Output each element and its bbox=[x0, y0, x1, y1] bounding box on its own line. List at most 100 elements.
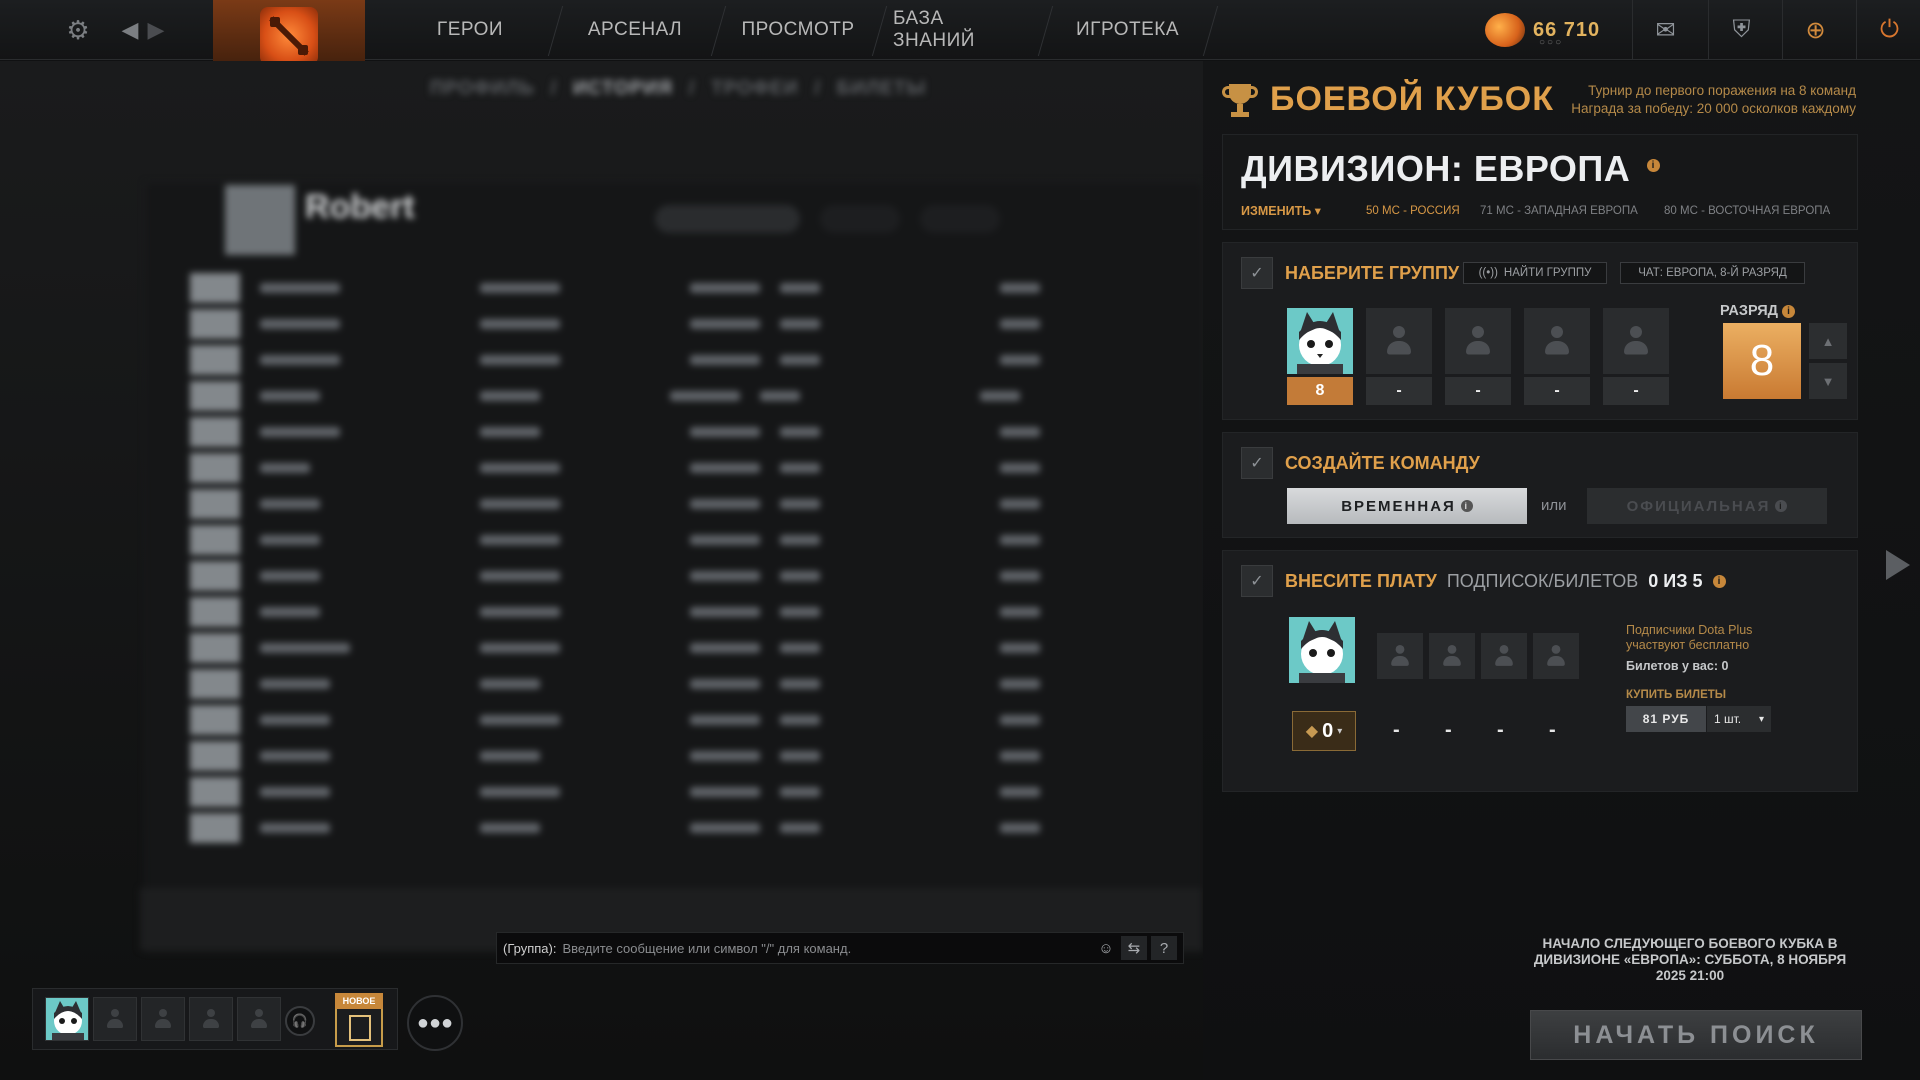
step-check-icon: ✓ bbox=[1241, 565, 1273, 597]
party-slot-empty[interactable] bbox=[1524, 308, 1590, 374]
party-member-avatar[interactable] bbox=[1287, 308, 1353, 374]
chat-input[interactable]: Введите сообщение или символ "/" для ком… bbox=[562, 941, 851, 956]
buy-tickets-button[interactable]: 81 РУБ bbox=[1626, 706, 1706, 732]
party-slot-empty[interactable] bbox=[1445, 308, 1511, 374]
find-group-label: НАЙТИ ГРУППУ bbox=[1503, 267, 1592, 279]
match-row[interactable] bbox=[190, 450, 1090, 486]
person-icon bbox=[250, 1009, 268, 1029]
person-icon bbox=[202, 1009, 220, 1029]
nav-divider bbox=[710, 6, 727, 56]
division-title: ДИВИЗИОН: ЕВРОПА i bbox=[1241, 148, 1660, 190]
battle-pass-icon bbox=[349, 1015, 371, 1041]
match-row[interactable] bbox=[190, 414, 1090, 450]
dota-logo-icon bbox=[260, 7, 318, 65]
party-slot-empty[interactable] bbox=[237, 997, 281, 1041]
history-tab[interactable] bbox=[655, 205, 800, 233]
nav-heroes[interactable]: ГЕРОИ bbox=[405, 0, 535, 60]
party-slot-empty[interactable] bbox=[189, 997, 233, 1041]
match-row[interactable] bbox=[190, 630, 1090, 666]
division-card: ДИВИЗИОН: ЕВРОПА i ИЗМЕНИТЬ ▾ 50 МС - РО… bbox=[1222, 134, 1858, 230]
breadcrumb-tickets[interactable]: БИЛЕТЫ bbox=[837, 78, 927, 100]
plus-button[interactable]: ⊕ bbox=[1782, 0, 1848, 60]
party-slot-empty[interactable] bbox=[1603, 308, 1669, 374]
currency-dots: ○○○ bbox=[1539, 37, 1564, 48]
match-row[interactable] bbox=[190, 810, 1090, 846]
match-row[interactable] bbox=[190, 306, 1090, 342]
mail-button[interactable]: ✉ bbox=[1632, 0, 1698, 60]
party-slot-self[interactable] bbox=[45, 997, 89, 1041]
mail-icon: ✉ bbox=[1655, 16, 1676, 44]
match-row[interactable] bbox=[190, 594, 1090, 630]
chat-input-box[interactable]: (Группа): Введите сообщение или символ "… bbox=[496, 932, 1184, 964]
payment-info-icon[interactable]: i bbox=[1712, 575, 1726, 588]
settings-gear-icon[interactable]: ⚙ bbox=[60, 12, 96, 48]
history-tab[interactable] bbox=[920, 205, 1000, 233]
nav-divider bbox=[871, 6, 888, 56]
history-tab[interactable] bbox=[820, 205, 900, 233]
power-icon: ⏻ bbox=[1880, 16, 1899, 43]
match-row[interactable] bbox=[190, 666, 1090, 702]
nav-watch[interactable]: ПРОСМОТР bbox=[733, 0, 863, 60]
breadcrumb-profile[interactable]: ПРОФИЛЬ bbox=[430, 78, 535, 100]
match-row[interactable] bbox=[190, 270, 1090, 306]
match-row[interactable] bbox=[190, 774, 1090, 810]
match-row[interactable] bbox=[190, 486, 1090, 522]
step-check-icon: ✓ bbox=[1241, 257, 1273, 289]
breadcrumb-history[interactable]: ИСТОРИЯ bbox=[573, 78, 673, 100]
step-team-card: ✓ СОЗДАЙТЕ КОМАНДУ ВРЕМЕННАЯ i или ОФИЦИ… bbox=[1222, 432, 1858, 538]
find-group-button[interactable]: ((•)) НАЙТИ ГРУППУ bbox=[1463, 262, 1607, 284]
match-row[interactable] bbox=[190, 738, 1090, 774]
temporary-team-button[interactable]: ВРЕМЕННАЯ i bbox=[1287, 488, 1527, 524]
match-row[interactable] bbox=[190, 702, 1090, 738]
shards-balance[interactable]: 66 710 ○○○ bbox=[1485, 10, 1625, 50]
match-row[interactable] bbox=[190, 522, 1090, 558]
region-chat-button[interactable]: ЧАТ: ЕВРОПА, 8-Й РАЗРЯД bbox=[1620, 262, 1805, 284]
nav-arcade[interactable]: ИГРОТЕКА bbox=[1060, 0, 1195, 60]
chat-channel-label: (Группа): bbox=[503, 940, 557, 956]
match-row[interactable] bbox=[190, 378, 1090, 414]
payer-avatar[interactable] bbox=[1289, 617, 1355, 683]
official-team-button[interactable]: ОФИЦИАЛЬНАЯ i bbox=[1587, 488, 1827, 524]
step-payment-count: 0 ИЗ 5 bbox=[1648, 571, 1703, 591]
breadcrumb-trophies[interactable]: ТРОФЕИ bbox=[711, 78, 798, 100]
help-icon: ? bbox=[1159, 939, 1169, 957]
nav-divider bbox=[547, 6, 564, 56]
ping-east-europe: 80 МС - ВОСТОЧНАЯ ЕВРОПА bbox=[1664, 205, 1831, 217]
ping-west-europe: 71 МС - ЗАПАДНАЯ ЕВРОПА bbox=[1480, 205, 1638, 217]
friends-button[interactable]: ●●● bbox=[407, 995, 463, 1051]
start-search-button[interactable]: НАЧАТЬ ПОИСК bbox=[1530, 1010, 1862, 1060]
change-division-button[interactable]: ИЗМЕНИТЬ ▾ bbox=[1241, 203, 1321, 218]
forward-arrow-icon[interactable]: ▶ bbox=[138, 12, 174, 48]
armory-button[interactable]: ⛨ bbox=[1708, 0, 1774, 60]
chat-help-button[interactable]: ? bbox=[1151, 936, 1177, 960]
player-avatar-icon bbox=[46, 998, 88, 1040]
tier-down-button[interactable]: ▼ bbox=[1809, 363, 1847, 399]
tier-up-button[interactable]: ▲ bbox=[1809, 323, 1847, 359]
party-slot-empty[interactable] bbox=[141, 997, 185, 1041]
new-feature-button[interactable]: НОВОЕ bbox=[335, 993, 383, 1047]
dota-plus-line-2: участвуют бесплатно bbox=[1626, 638, 1750, 652]
payer-slot-empty bbox=[1533, 633, 1579, 679]
match-row[interactable] bbox=[190, 342, 1090, 378]
ticket-select[interactable]: ◆ 0 ▾ bbox=[1292, 711, 1356, 751]
nav-armory[interactable]: АРСЕНАЛ bbox=[570, 0, 700, 60]
voice-chat-button[interactable]: 🎧 bbox=[285, 1006, 315, 1036]
nav-learn[interactable]: БАЗА ЗНАНИЙ bbox=[893, 0, 1031, 60]
chat-wheel-button[interactable]: ⇆ bbox=[1121, 936, 1147, 960]
party-slot-empty[interactable] bbox=[93, 997, 137, 1041]
match-row[interactable] bbox=[190, 558, 1090, 594]
temporary-info-icon[interactable]: i bbox=[1460, 500, 1473, 512]
party-slot-rank: - bbox=[1366, 377, 1432, 405]
next-page-arrow-icon[interactable] bbox=[1886, 550, 1910, 580]
power-button[interactable]: ⏻ bbox=[1856, 0, 1920, 60]
profile-avatar bbox=[225, 185, 295, 255]
ticket-quantity: 1 шт. bbox=[1714, 712, 1742, 726]
rank-info-icon[interactable]: i bbox=[1782, 304, 1796, 318]
nav-divider bbox=[1202, 6, 1219, 56]
ticket-quantity-select[interactable]: 1 шт. ▾ bbox=[1707, 706, 1771, 732]
party-slot-empty[interactable] bbox=[1366, 308, 1432, 374]
official-info-icon[interactable]: i bbox=[1775, 500, 1788, 512]
emoji-button[interactable]: ☺ bbox=[1093, 936, 1119, 960]
shards-icon bbox=[1485, 13, 1525, 47]
division-info-icon[interactable]: i bbox=[1646, 158, 1660, 172]
